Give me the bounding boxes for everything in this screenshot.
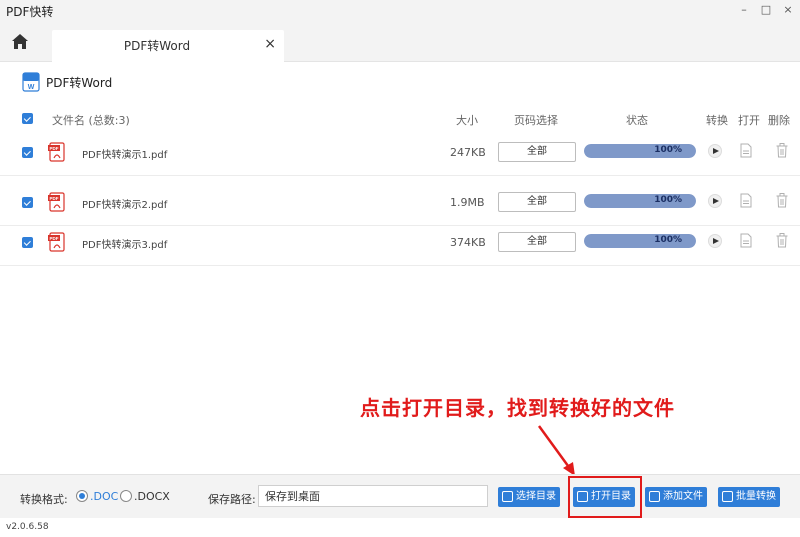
pdf-file-icon: PDF <box>48 232 65 252</box>
window-controls: – □ × <box>738 3 794 16</box>
header-convert: 转换 <box>706 114 728 127</box>
choose-dir-button[interactable]: 选择目录 <box>498 487 560 507</box>
select-all-checkbox[interactable] <box>22 113 33 124</box>
format-doc-radio[interactable] <box>76 490 88 502</box>
annotation-highlight-box <box>568 476 642 518</box>
play-icon[interactable] <box>708 144 722 158</box>
word-file-icon: W <box>22 72 40 92</box>
play-icon[interactable] <box>708 234 722 248</box>
format-doc-label[interactable]: .DOC <box>90 490 118 503</box>
table-row[interactable]: PDF PDF快转演示3.pdf 374KB 全部 100% <box>0 220 800 266</box>
header-delete: 删除 <box>768 114 790 127</box>
header-open: 打开 <box>738 114 760 127</box>
window-title: PDF快转 <box>6 4 54 19</box>
page-title: PDF转Word <box>46 75 113 90</box>
header-size: 大小 <box>456 114 478 127</box>
minimize-button[interactable]: – <box>738 3 750 16</box>
file-size: 247KB <box>450 146 486 159</box>
annotation-arrow <box>537 425 575 476</box>
page-select-button[interactable]: 全部 <box>498 232 576 252</box>
progress-label: 100% <box>654 195 682 205</box>
app-window: PDF快转 – □ × PDF转Word × W PDF转Word 文件名 (总… <box>0 0 800 537</box>
batch-convert-label: 批量转换 <box>736 491 776 502</box>
annotation-text: 点击打开目录，找到转换好的文件 <box>360 396 675 420</box>
progress-bar: 100% <box>584 194 696 208</box>
progress-bar: 100% <box>584 144 696 158</box>
home-icon[interactable] <box>10 32 30 52</box>
tab-close-button[interactable]: × <box>264 36 276 52</box>
status-bar: v2.0.6.58 <box>0 518 800 537</box>
format-label: 转换格式: <box>20 493 68 506</box>
tab-bar: PDF转Word × <box>0 22 800 62</box>
table-header: 文件名 (总数:3) 大小 页码选择 状态 转换 打开 删除 <box>0 108 800 130</box>
file-name: PDF快转演示2.pdf <box>82 200 168 211</box>
page-heading: W PDF转Word <box>22 72 112 92</box>
add-icon <box>649 491 660 502</box>
progress-label: 100% <box>654 235 682 245</box>
header-pages: 页码选择 <box>514 114 558 127</box>
tab-label: PDF转Word <box>123 39 191 53</box>
header-status: 状态 <box>626 114 648 127</box>
convert-icon <box>722 491 733 502</box>
progress-bar: 100% <box>584 234 696 248</box>
progress-label: 100% <box>654 145 682 155</box>
choose-dir-label: 选择目录 <box>516 491 556 502</box>
play-icon[interactable] <box>708 194 722 208</box>
svg-text:PDF: PDF <box>50 196 59 201</box>
add-file-label: 添加文件 <box>663 491 703 502</box>
svg-text:W: W <box>28 84 35 91</box>
format-docx-label[interactable]: .DOCX <box>134 490 170 503</box>
open-file-icon[interactable] <box>740 233 752 248</box>
add-file-button[interactable]: 添加文件 <box>645 487 707 507</box>
file-name: PDF快转演示1.pdf <box>82 150 168 161</box>
batch-convert-button[interactable]: 批量转换 <box>718 487 780 507</box>
trash-icon[interactable] <box>776 143 788 158</box>
save-path-input[interactable] <box>258 485 488 507</box>
file-size: 1.9MB <box>450 196 485 209</box>
pdf-file-icon: PDF <box>48 192 65 212</box>
tab-pdf-to-word[interactable]: PDF转Word × <box>52 30 284 62</box>
bottom-bar: 转换格式: .DOC .DOCX 保存路径: 选择目录 打开目录 添加文件 批量… <box>0 474 800 518</box>
save-path-label: 保存路径: <box>208 493 256 506</box>
row-checkbox[interactable] <box>22 237 33 248</box>
table-row[interactable]: PDF PDF快转演示1.pdf 247KB 全部 100% <box>0 130 800 176</box>
row-checkbox[interactable] <box>22 147 33 158</box>
close-window-button[interactable]: × <box>782 3 794 16</box>
folder-select-icon <box>502 491 513 502</box>
row-checkbox[interactable] <box>22 197 33 208</box>
trash-icon[interactable] <box>776 193 788 208</box>
title-bar: PDF快转 – □ × <box>0 0 800 22</box>
version-label: v2.0.6.58 <box>6 522 49 532</box>
svg-text:PDF: PDF <box>50 236 59 241</box>
page-select-button[interactable]: 全部 <box>498 192 576 212</box>
pdf-file-icon: PDF <box>48 142 65 162</box>
file-size: 374KB <box>450 236 486 249</box>
svg-text:PDF: PDF <box>50 146 59 151</box>
open-file-icon[interactable] <box>740 193 752 208</box>
file-name: PDF快转演示3.pdf <box>82 240 168 251</box>
header-filename: 文件名 (总数:3) <box>52 114 130 127</box>
page-select-button[interactable]: 全部 <box>498 142 576 162</box>
trash-icon[interactable] <box>776 233 788 248</box>
open-file-icon[interactable] <box>740 143 752 158</box>
format-docx-radio[interactable] <box>120 490 132 502</box>
maximize-button[interactable]: □ <box>760 3 772 16</box>
